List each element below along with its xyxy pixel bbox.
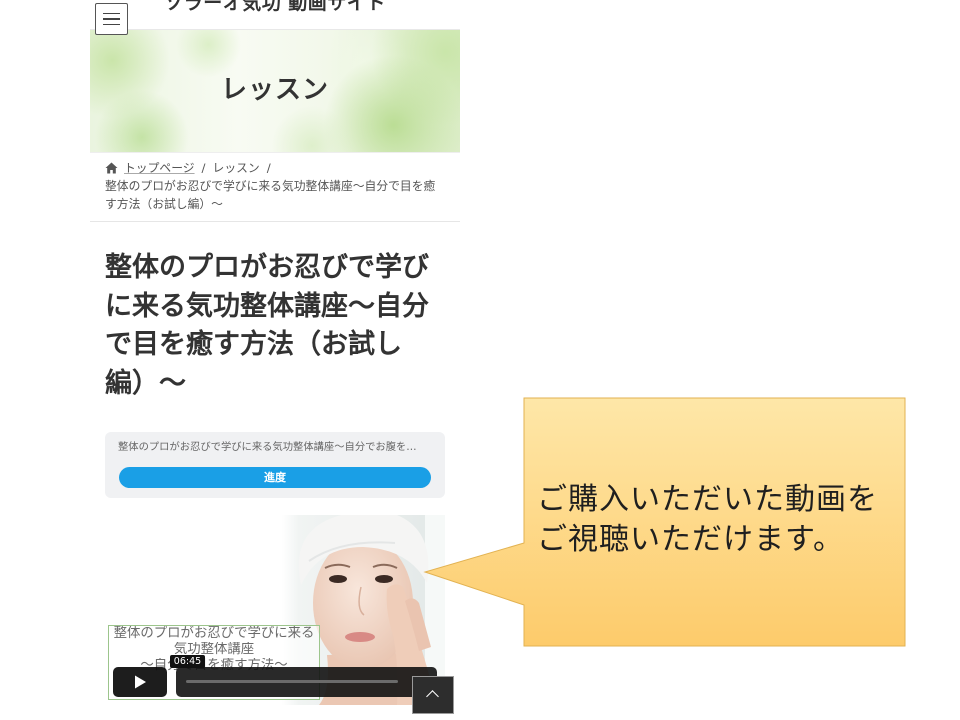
menu-icon-bar	[103, 12, 120, 15]
breadcrumb: トップページ / レッスン / 整体のプロがお忍びで学びに来る気功整体講座〜自分…	[105, 159, 450, 213]
banner-title: レッスン	[220, 75, 329, 105]
video-title-line: 気功整体講座	[173, 642, 255, 657]
play-icon-shape	[135, 675, 146, 689]
breadcrumb-current: 整体のプロがお忍びで学びに来る気功整体講座〜自分で目を癒す方法（お試し編）〜	[105, 179, 436, 211]
woman-eye-left	[329, 575, 347, 583]
breadcrumb-row: トップページ / レッスン /	[105, 159, 450, 177]
breadcrumb-separator: /	[201, 161, 206, 175]
site-header: ソラーオ気功 動画サイト	[90, 0, 460, 30]
course-name: 整体のプロがお忍びで学びに来る気功整体講座〜自分でお腹を…	[118, 441, 417, 453]
breadcrumb-item-top-label: トップページ	[124, 161, 195, 175]
video-player[interactable]: 整体のプロがお忍びで学びに来る 気功整体講座 〜自分で目を癒す方法〜 06:45	[105, 515, 445, 705]
progress-button[interactable]: 進度	[119, 467, 431, 488]
menu-icon-bar	[103, 18, 120, 20]
course-progress-card: 整体のプロがお忍びで学びに来る気功整体講座〜自分でお腹を… 進度	[105, 432, 445, 498]
site-screenshot: ソラーオ気功 動画サイト レッスン トップページ / レッスン / 整体のプロが…	[90, 0, 460, 720]
menu-button[interactable]	[95, 3, 128, 35]
home-icon	[105, 162, 118, 174]
video-title-line: 整体のプロがお忍びで学びに来る	[113, 626, 315, 641]
site-title[interactable]: ソラーオ気功 動画サイト	[90, 0, 460, 13]
page-banner: レッスン	[90, 30, 460, 153]
play-button[interactable]	[113, 667, 167, 697]
seek-bar[interactable]	[186, 680, 398, 683]
lesson-title: 整体のプロがお忍びで学びに来る気功整体講座〜自分で目を癒す方法（お試し編）〜	[105, 252, 429, 400]
hamburger-menu-icon	[103, 12, 120, 26]
time-tooltip: 06:45	[170, 655, 205, 668]
woman-lips	[345, 632, 375, 642]
breadcrumb-divider	[90, 221, 460, 222]
chevron-up-icon	[426, 690, 439, 703]
breadcrumb-item-lessons[interactable]: レッスン	[213, 159, 260, 177]
breadcrumb-item-top[interactable]: トップページ	[105, 159, 195, 177]
callout-text: ご購入いただいた動画をご視聴いただけます。	[537, 482, 878, 557]
menu-icon-bar	[103, 23, 120, 26]
play-icon	[135, 675, 146, 689]
video-control-bar	[176, 667, 437, 697]
home-icon-shape	[105, 162, 118, 174]
breadcrumb-separator: /	[266, 161, 271, 175]
woman-eye-right	[375, 575, 393, 583]
back-to-top-button[interactable]	[412, 676, 454, 714]
